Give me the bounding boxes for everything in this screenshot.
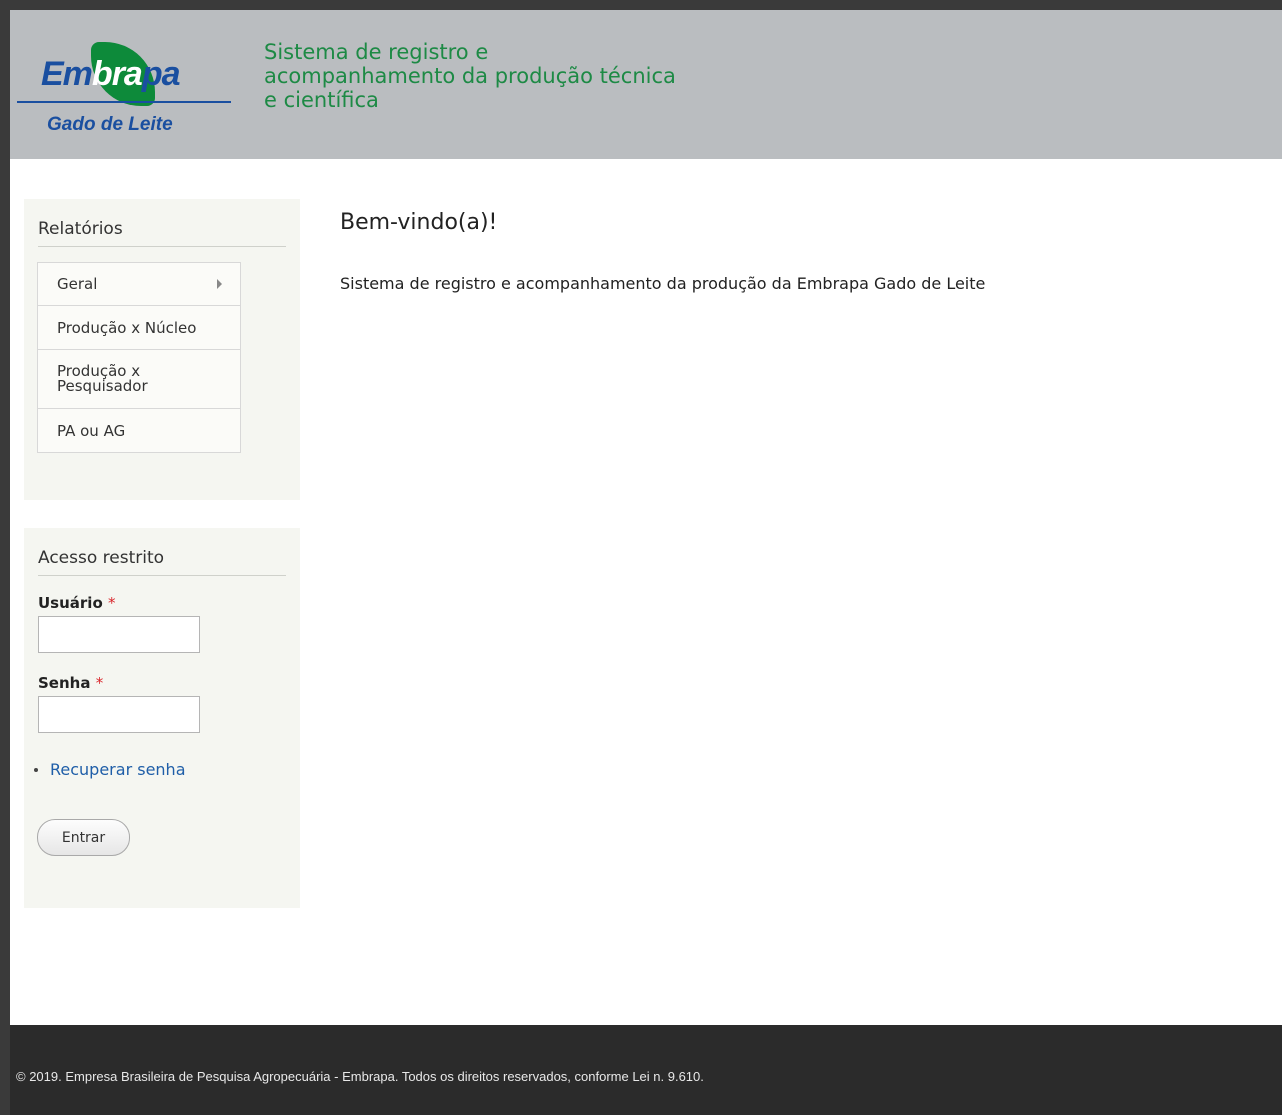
copyright-text: © 2019. Empresa Brasileira de Pesquisa A… <box>16 1069 704 1084</box>
menu-item-label: Geral <box>57 275 98 293</box>
password-label-text: Senha <box>38 674 91 692</box>
relatorios-title: Relatórios <box>38 219 286 247</box>
menu-item-geral[interactable]: Geral <box>38 263 240 306</box>
acesso-restrito-block: Acesso restrito Usuário * Senha * Recupe… <box>24 528 300 908</box>
password-label: Senha * <box>38 674 103 692</box>
logo-subtitle: Gado de Leite <box>47 114 173 135</box>
menu-item-label: Produção x Núcleo <box>57 318 197 337</box>
menu-item-label: PA ou AG <box>57 421 126 440</box>
logo-word-mid: bra <box>91 55 143 93</box>
menu-item-label: Produção x Pesquisador <box>57 362 148 395</box>
login-button[interactable]: Entrar <box>37 819 130 856</box>
required-marker: * <box>108 594 116 612</box>
password-input[interactable] <box>38 696 200 733</box>
recover-password-row: Recuperar senha <box>34 760 186 779</box>
username-label-text: Usuário <box>38 594 103 612</box>
username-input[interactable] <box>38 616 200 653</box>
logo-word-start: Em <box>41 55 93 93</box>
relatorios-block: Relatórios Geral Produção x Núcleo Produ… <box>24 199 300 500</box>
page-title: Bem-vindo(a)! <box>340 210 498 235</box>
site-title: Sistema de registro e acompanhamento da … <box>264 40 676 112</box>
recover-password-link[interactable]: Recuperar senha <box>50 760 186 779</box>
menu-item-pa-ag[interactable]: PA ou AG <box>38 409 240 452</box>
site-header: Embrapa Gado de Leite Sistema de registr… <box>10 10 1282 159</box>
relatorios-menu: Geral Produção x Núcleo Produção x Pesqu… <box>37 262 241 453</box>
acesso-title: Acesso restrito <box>38 548 286 576</box>
required-marker: * <box>95 674 104 692</box>
welcome-text: Sistema de registro e acompanhamento da … <box>340 274 986 293</box>
chevron-right-icon <box>217 279 222 289</box>
menu-item-producao-nucleo[interactable]: Produção x Núcleo <box>38 306 240 350</box>
bullet-icon <box>34 767 38 772</box>
logo-divider <box>17 101 231 103</box>
site-footer: © 2019. Empresa Brasileira de Pesquisa A… <box>10 1025 1282 1115</box>
menu-item-producao-pesquisador[interactable]: Produção x Pesquisador <box>38 350 240 409</box>
logo-word-end: pa <box>141 55 181 93</box>
logo-wordmark: Embrapa <box>41 54 181 94</box>
username-label: Usuário * <box>38 594 116 612</box>
embrapa-logo[interactable]: Embrapa Gado de Leite <box>17 28 233 144</box>
